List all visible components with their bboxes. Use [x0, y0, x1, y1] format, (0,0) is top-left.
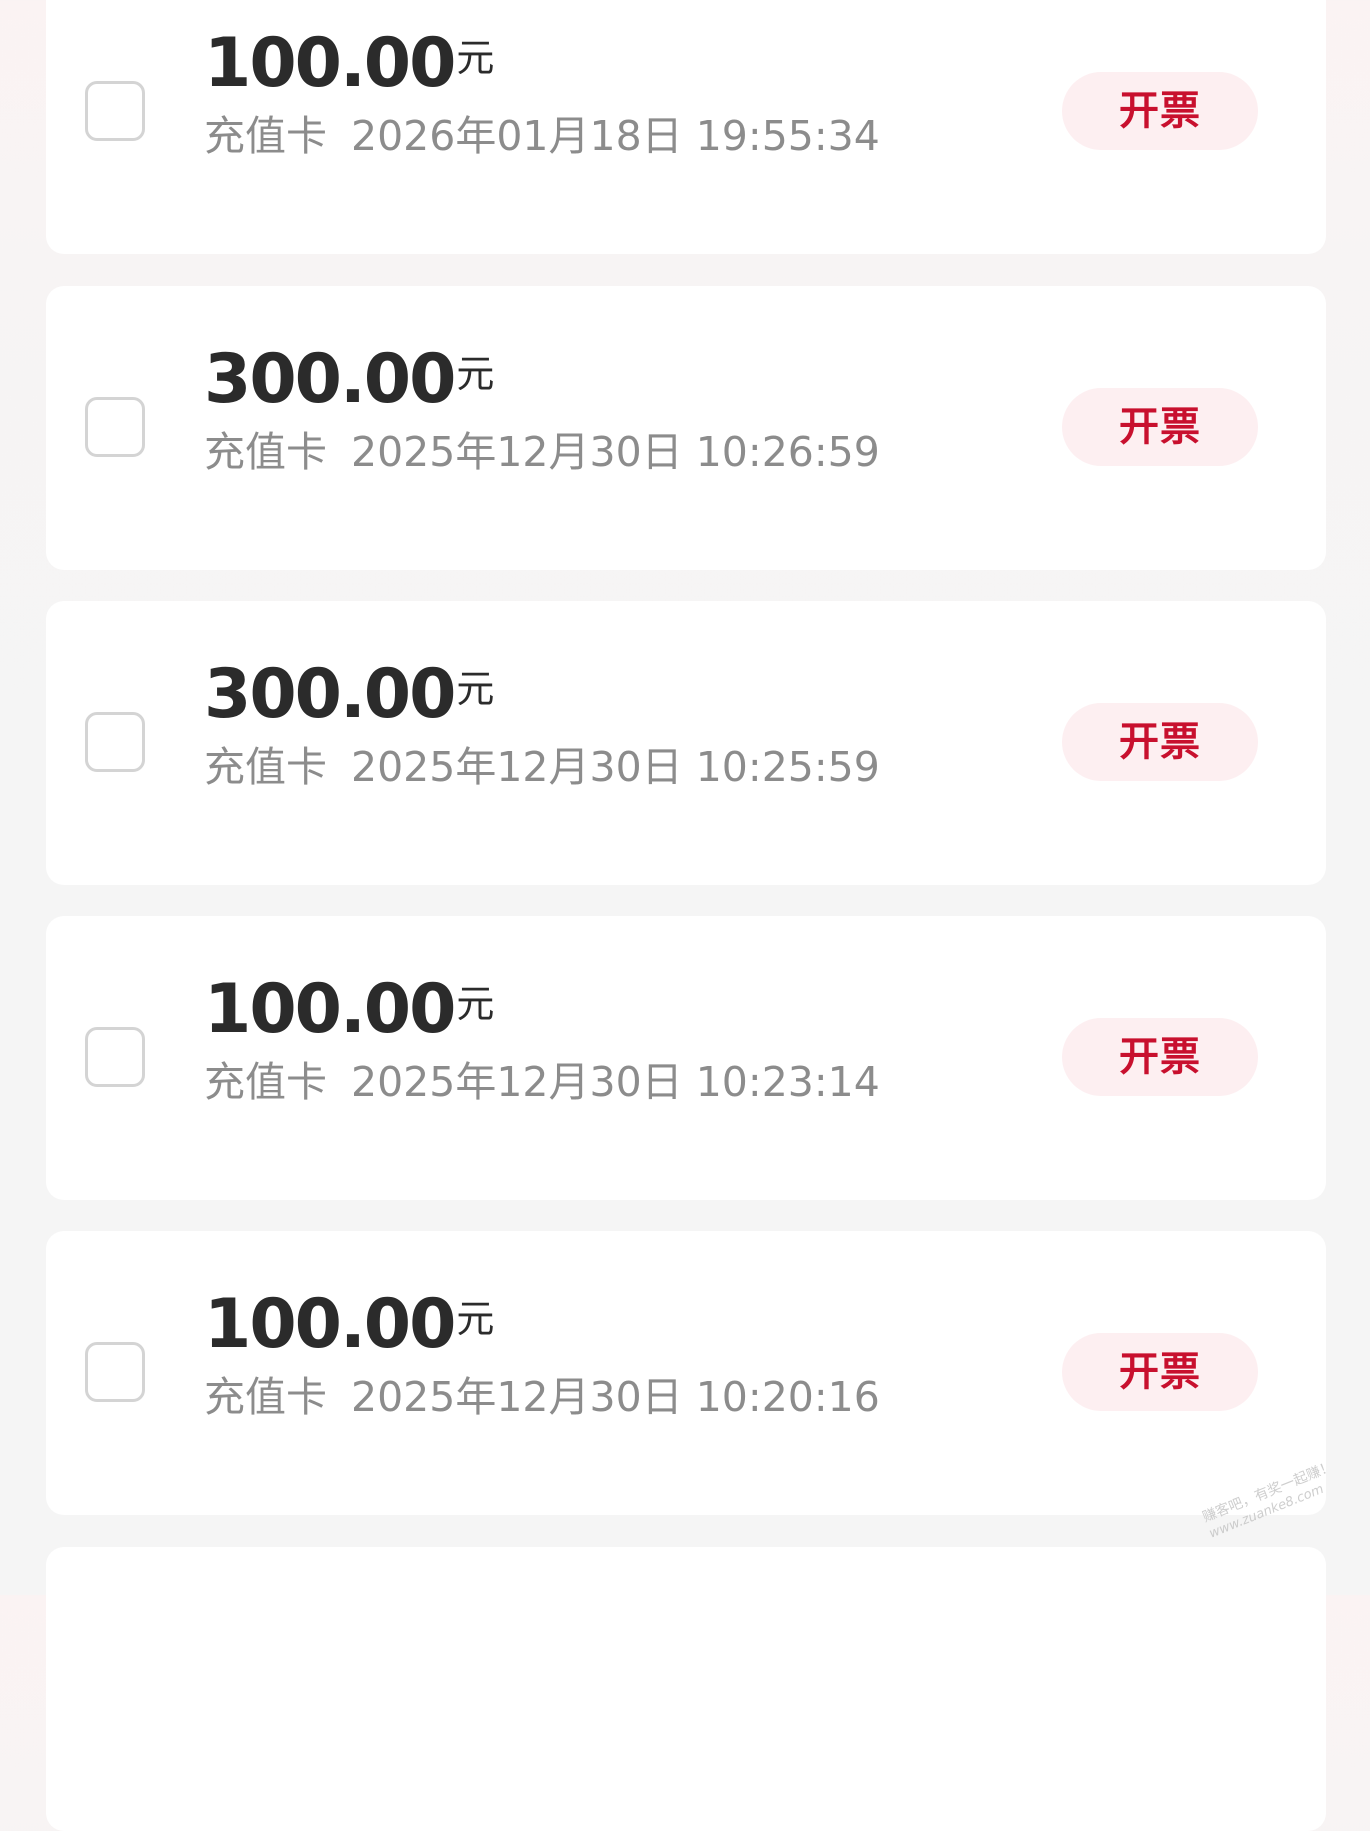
record-type: 充值卡: [204, 1373, 327, 1421]
amount-line: 300.00元: [204, 340, 494, 420]
amount-value: 300.00: [204, 655, 456, 734]
record-datetime: 2026年01月18日 19:55:34: [351, 112, 880, 160]
amount-unit: 元: [456, 1297, 495, 1341]
record-checkbox[interactable]: [85, 712, 145, 772]
amount-value: 100.00: [204, 1285, 456, 1364]
record-type: 充值卡: [204, 743, 327, 791]
record-meta: 充值卡 2025年12月30日 10:26:59: [204, 426, 880, 478]
record-meta: 充值卡 2025年12月30日 10:25:59: [204, 741, 880, 793]
record-checkbox[interactable]: [85, 397, 145, 457]
record-datetime: 2025年12月30日 10:23:14: [351, 1058, 880, 1106]
amount-line: 300.00元: [204, 655, 494, 735]
record-type: 充值卡: [204, 428, 327, 476]
record-checkbox[interactable]: [85, 81, 145, 141]
record-checkbox[interactable]: [85, 1342, 145, 1402]
record-type: 充值卡: [204, 112, 327, 160]
record-meta: 充值卡 2026年01月18日 19:55:34: [204, 110, 880, 162]
invoice-button[interactable]: 开票: [1062, 72, 1258, 150]
invoice-button[interactable]: 开票: [1062, 388, 1258, 466]
invoice-button[interactable]: 开票: [1062, 1018, 1258, 1096]
invoice-button[interactable]: 开票: [1062, 1333, 1258, 1411]
amount-unit: 元: [456, 36, 495, 80]
record-card: 300.00元 充值卡 2025年12月30日 10:26:59 开票: [46, 286, 1326, 570]
amount-value: 100.00: [204, 970, 456, 1049]
record-meta: 充值卡 2025年12月30日 10:23:14: [204, 1056, 880, 1108]
amount-value: 100.00: [204, 24, 456, 103]
record-checkbox[interactable]: [85, 1027, 145, 1087]
amount-value: 300.00: [204, 340, 456, 419]
amount-unit: 元: [456, 982, 495, 1026]
amount-unit: 元: [456, 667, 495, 711]
record-datetime: 2025年12月30日 10:25:59: [351, 743, 880, 791]
record-datetime: 2025年12月30日 10:26:59: [351, 428, 880, 476]
invoice-button[interactable]: 开票: [1062, 703, 1258, 781]
amount-line: 100.00元: [204, 970, 494, 1050]
record-datetime: 2025年12月30日 10:20:16: [351, 1373, 880, 1421]
recharge-record-list: 100.00元 充值卡 2026年01月18日 19:55:34 开票 300.0…: [46, 0, 1326, 1831]
record-type: 充值卡: [204, 1058, 327, 1106]
amount-line: 100.00元: [204, 24, 494, 104]
amount-unit: 元: [456, 352, 495, 396]
record-card: 100.00元 充值卡 2026年01月18日 19:55:34 开票: [46, 0, 1326, 254]
amount-line: 100.00元: [204, 1285, 494, 1365]
record-card: 100.00元 充值卡 2025年12月30日 10:20:16 开票: [46, 1231, 1326, 1515]
record-meta: 充值卡 2025年12月30日 10:20:16: [204, 1371, 880, 1423]
record-card-partial: [46, 1547, 1326, 1831]
record-card: 100.00元 充值卡 2025年12月30日 10:23:14 开票: [46, 916, 1326, 1200]
record-card: 300.00元 充值卡 2025年12月30日 10:25:59 开票: [46, 601, 1326, 885]
